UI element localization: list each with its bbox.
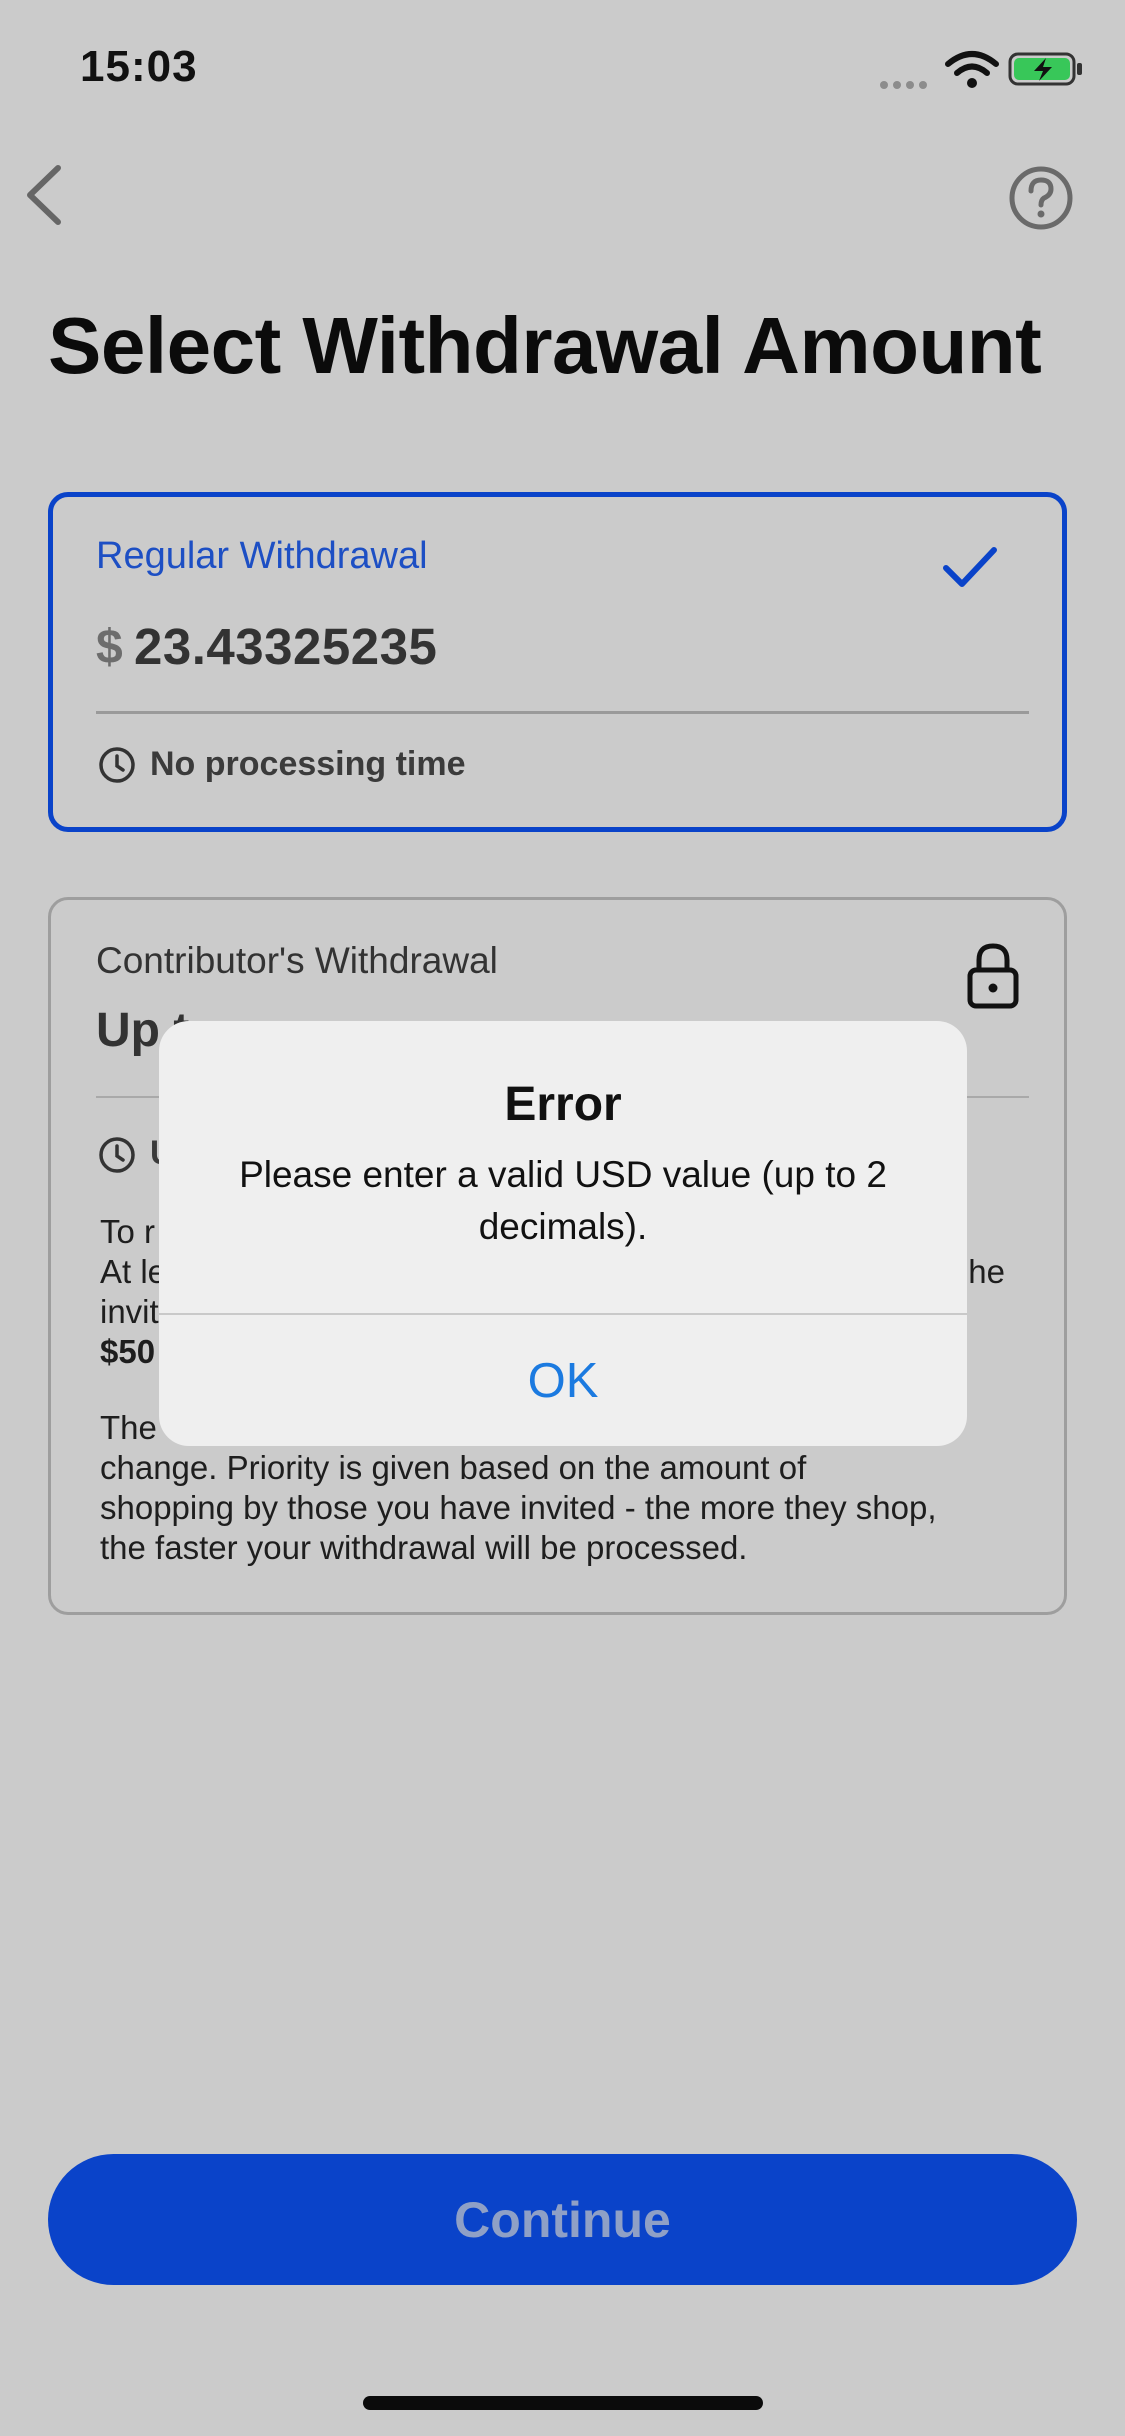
alert-message: Please enter a valid USD value (up to 2 …	[239, 1154, 887, 1247]
desc-line: change. Priority is given based on the a…	[100, 1449, 807, 1486]
currency-symbol: $	[96, 621, 123, 674]
cellular-signal-icon	[880, 76, 932, 94]
contributor-withdrawal-title: Contributor's Withdrawal	[96, 940, 498, 981]
amount-divider	[96, 711, 1029, 714]
withdrawal-amount-input[interactable]: 23.43325235	[134, 617, 437, 676]
page-title: Select Withdrawal Amount	[48, 301, 1042, 390]
back-chevron-icon[interactable]	[20, 160, 70, 230]
status-time: 15:03	[80, 42, 198, 91]
help-icon[interactable]	[1008, 165, 1074, 231]
desc-line-end: he	[968, 1253, 1005, 1290]
home-indicator[interactable]	[363, 2396, 763, 2410]
regular-withdrawal-title: Regular Withdrawal	[96, 535, 428, 577]
clock-icon	[99, 1137, 135, 1173]
checkmark-icon	[943, 547, 997, 587]
battery-charging-icon	[1008, 52, 1082, 86]
desc-line: shopping by those you have invited - the…	[100, 1489, 937, 1526]
error-alert-dialog: Error Please enter a valid USD value (up…	[159, 1021, 967, 1446]
clock-icon	[99, 747, 135, 783]
desc-line: the faster your withdrawal will be proce…	[100, 1529, 748, 1566]
alert-ok-button[interactable]: OK	[159, 1315, 967, 1446]
continue-button[interactable]: Continue	[48, 2154, 1077, 2285]
processing-time-label: No processing time	[150, 745, 466, 783]
wifi-icon	[945, 51, 999, 88]
desc-line-start: At le	[100, 1253, 167, 1290]
lock-icon	[967, 943, 1019, 1009]
alert-title: Error	[504, 1078, 622, 1131]
